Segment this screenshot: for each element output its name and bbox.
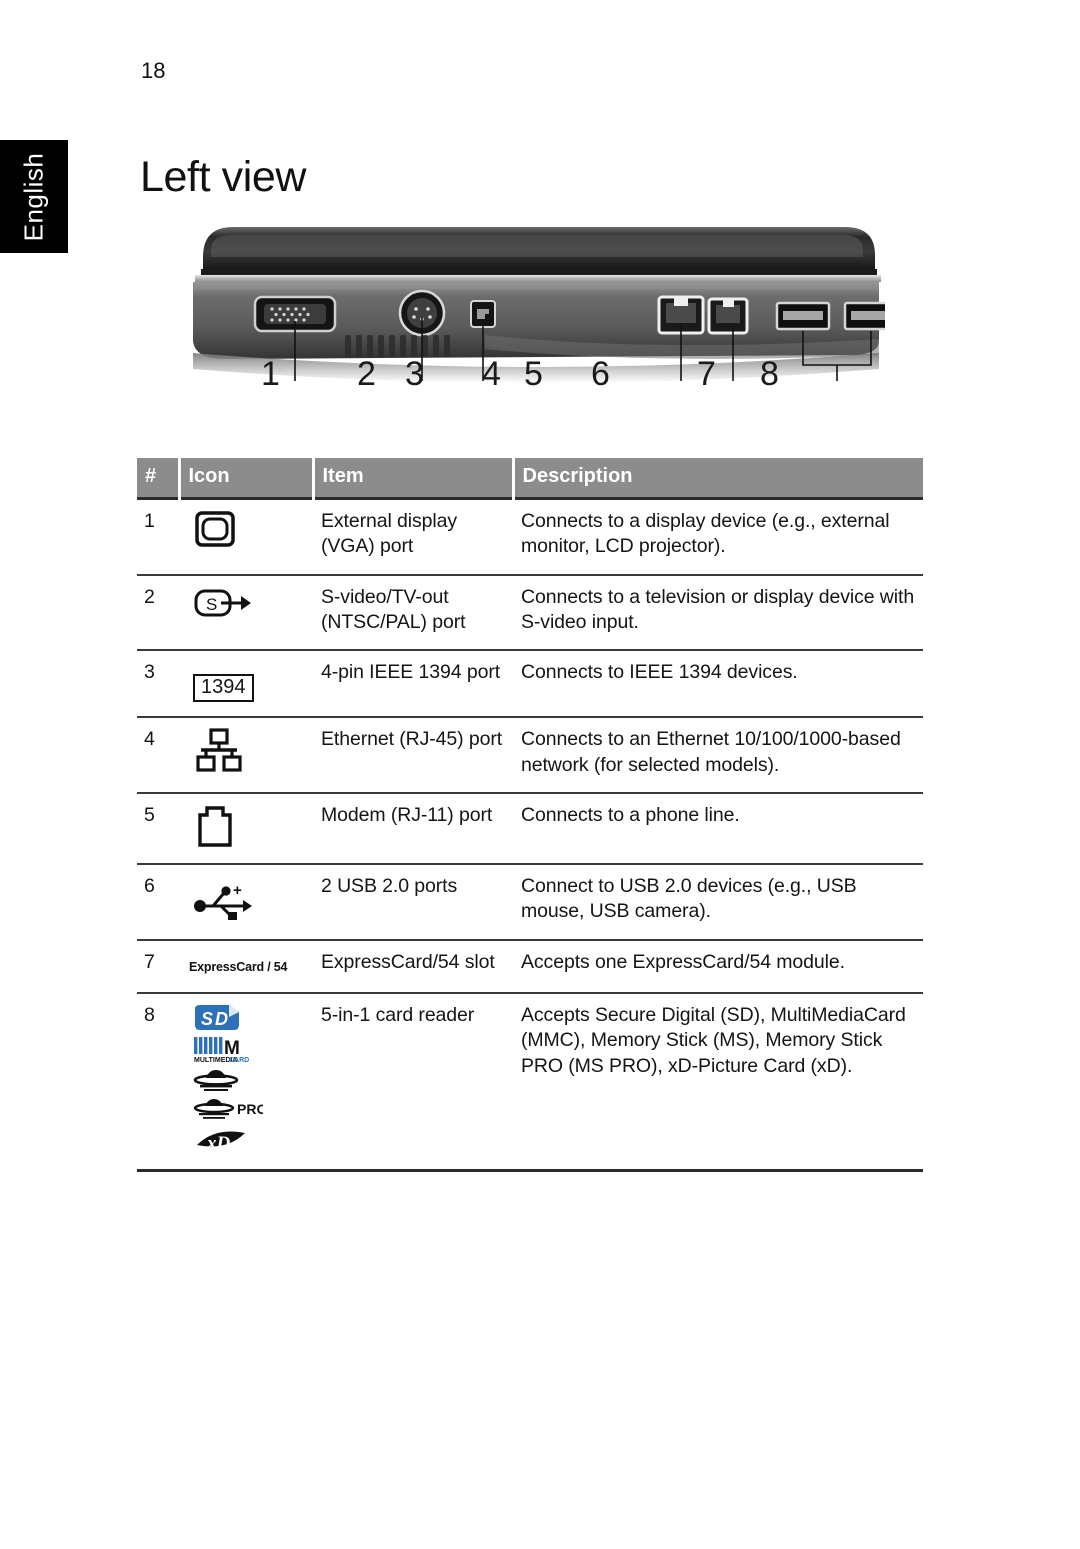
row-icon-cell xyxy=(179,498,313,576)
callout-5: 5 xyxy=(524,355,543,393)
row-number: 3 xyxy=(137,650,179,719)
row-icon-cell: ExpressCard / 54 xyxy=(179,939,313,995)
svg-text:S: S xyxy=(201,1009,213,1029)
s-video-port xyxy=(398,289,446,337)
callout-3: 3 xyxy=(405,355,424,393)
callout-6: 6 xyxy=(591,355,610,393)
row-icon-cell: S xyxy=(179,574,313,652)
row-number: 1 xyxy=(137,498,179,576)
ethernet-port xyxy=(657,295,705,335)
sd-card-logo-icon: S D xyxy=(195,1005,239,1031)
callout-2: 2 xyxy=(357,355,376,393)
svg-text:+: + xyxy=(233,882,242,899)
table-row: 8 S D M MULTIMEDIA CARD PRO xD 5-in-1 ca… xyxy=(137,993,923,1173)
table-header-row: # Icon Item Description xyxy=(137,458,923,499)
callout-1: 1 xyxy=(261,355,280,393)
modem-rj11-icon xyxy=(198,806,232,847)
svg-text:D: D xyxy=(215,1009,228,1029)
page-title: Left view xyxy=(140,152,307,201)
table-row: 3 1394 4-pin IEEE 1394 port Connects to … xyxy=(137,650,923,719)
xd-picture-card-logo-icon: xD xyxy=(197,1131,245,1154)
header-number: # xyxy=(137,458,181,499)
row-number: 7 xyxy=(137,939,179,995)
row-description: Connects to a display device (e.g., exte… xyxy=(513,498,923,576)
vga-port xyxy=(253,295,337,333)
row-item: Modem (RJ-11) port xyxy=(313,793,513,866)
figure-callout-numbers: 1 2 3 4 5 6 7 8 xyxy=(185,355,905,405)
card-reader-logos: S D M MULTIMEDIA CARD PRO xD xyxy=(193,1003,305,1155)
laptop-lid xyxy=(201,227,877,275)
row-icon-cell: 1394 xyxy=(179,650,313,719)
table-row: 5 Modem (RJ-11) port Connects to a phone… xyxy=(137,793,923,866)
callout-7: 7 xyxy=(697,355,716,393)
row-description: Accepts Secure Digital (SD), MultiMediaC… xyxy=(513,993,923,1173)
row-number: 5 xyxy=(137,793,179,866)
svg-text:PRO: PRO xyxy=(237,1101,263,1117)
memory-stick-logo-icon xyxy=(193,1070,239,1092)
expresscard-54-icon: ExpressCard / 54 xyxy=(189,959,288,974)
row-item: 4-pin IEEE 1394 port xyxy=(313,650,513,719)
row-icon-cell: + xyxy=(179,864,313,941)
row-number: 4 xyxy=(137,717,179,795)
row-item: 5-in-1 card reader xyxy=(313,993,513,1173)
row-item: Ethernet (RJ-45) port xyxy=(313,717,513,795)
callout-8: 8 xyxy=(760,355,779,393)
ieee1394-port xyxy=(470,300,496,328)
header-item: Item xyxy=(313,458,515,499)
table-row: 2 S S-video/TV-out (NTSC/PAL) port Conne… xyxy=(137,574,923,652)
callout-4: 4 xyxy=(482,355,501,393)
laptop-seam xyxy=(195,275,881,282)
row-description: Connects to a phone line. xyxy=(513,793,923,866)
row-description: Connects to a television or display devi… xyxy=(513,574,923,652)
row-number: 2 xyxy=(137,574,179,652)
usb-icon: + xyxy=(194,882,252,921)
svg-text:CARD: CARD xyxy=(229,1057,249,1064)
table-row: 6 + 2 USB 2.0 ports Connect to USB 2.0 d… xyxy=(137,864,923,941)
row-icon-cell xyxy=(179,717,313,795)
row-icon-cell xyxy=(179,793,313,866)
row-number: 8 xyxy=(137,993,179,1173)
ethernet-rj45-icon xyxy=(196,728,242,772)
row-item: S-video/TV-out (NTSC/PAL) port xyxy=(313,574,513,652)
ports-table: # Icon Item Description 1 External displ… xyxy=(137,458,923,1173)
header-icon: Icon xyxy=(179,458,315,499)
row-number: 6 xyxy=(137,864,179,941)
row-description: Connects to an Ethernet 10/100/1000-base… xyxy=(513,717,923,795)
table-row: 1 External display (VGA) port Connects t… xyxy=(137,498,923,576)
table-row: 4 Ethernet (RJ-45) port Connects to an E… xyxy=(137,717,923,795)
multimediacard-logo-icon: M MULTIMEDIA CARD xyxy=(194,1037,249,1064)
language-tab-label: English xyxy=(18,152,49,241)
s-video-out-icon: S xyxy=(194,589,251,617)
ieee-1394-icon: 1394 xyxy=(193,674,254,703)
vga-display-icon xyxy=(195,511,235,547)
row-icon-cell: S D M MULTIMEDIA CARD PRO xD xyxy=(179,993,313,1173)
memory-stick-pro-logo-icon: PRO xyxy=(193,1099,263,1119)
row-description: Accepts one ExpressCard/54 module. xyxy=(513,939,923,995)
page-number: 18 xyxy=(141,58,166,83)
row-item: 2 USB 2.0 ports xyxy=(313,864,513,941)
svg-text:xD: xD xyxy=(206,1133,231,1154)
row-item: External display (VGA) port xyxy=(313,498,513,576)
row-description: Connects to IEEE 1394 devices. xyxy=(513,650,923,719)
row-description: Connect to USB 2.0 devices (e.g., USB mo… xyxy=(513,864,923,941)
table-row: 7 ExpressCard / 54 ExpressCard/54 slot A… xyxy=(137,939,923,995)
language-tab: English xyxy=(0,140,68,253)
svg-text:M: M xyxy=(224,1038,240,1059)
svg-text:S: S xyxy=(206,595,217,614)
row-item: ExpressCard/54 slot xyxy=(313,939,513,995)
modem-port xyxy=(707,297,749,335)
header-description: Description xyxy=(513,458,923,499)
